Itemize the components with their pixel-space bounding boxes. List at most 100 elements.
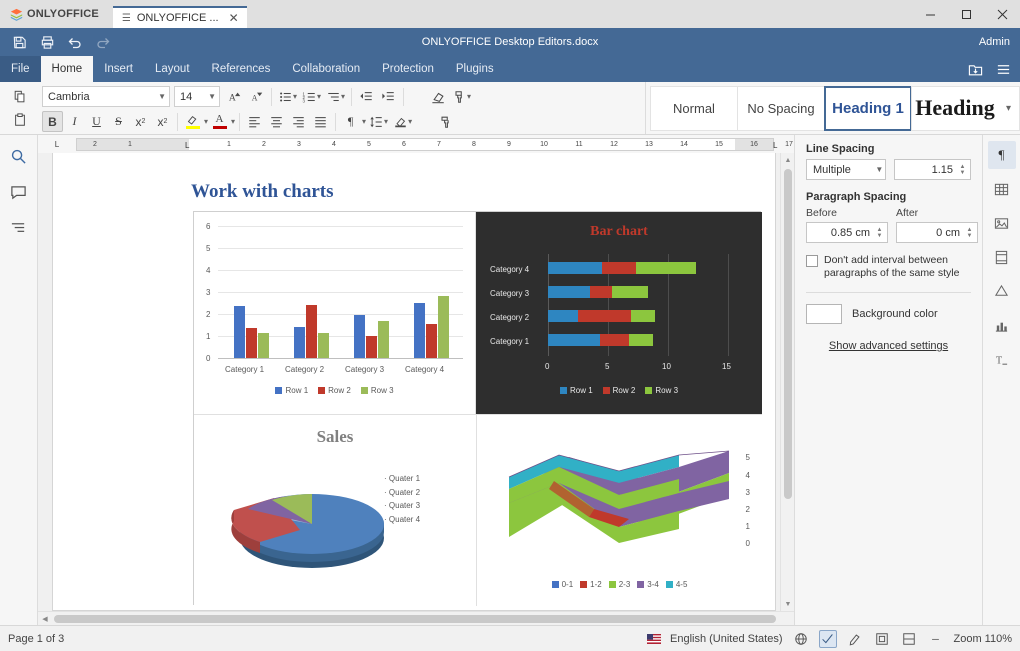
superscript-button[interactable]: x2 [130,111,151,132]
numbering-button[interactable]: 123 ▾ [300,86,323,107]
vertical-scrollbar[interactable]: ▲ ▼ [780,153,794,611]
vertical-scroll-thumb[interactable] [784,169,792,499]
style-gallery-expand-icon[interactable]: ▾ [998,85,1020,131]
view-settings-icon[interactable] [990,57,1016,81]
bold-button[interactable]: B [42,111,63,132]
pie-chart-3d[interactable]: Sales · Quater 1 · Quater 2 · Quater 3 ·… [194,414,476,606]
chevron-down-icon[interactable]: ▾ [204,117,208,126]
paste-icon[interactable] [9,109,31,131]
format-painter-button[interactable] [435,111,456,132]
copy-icon[interactable] [9,86,31,108]
text-art-icon[interactable]: T [988,345,1016,373]
close-tab-icon[interactable]: ✕ [225,12,239,24]
tab-home[interactable]: Home [40,56,94,82]
spinner-arrows[interactable]: ▲ ▼ [957,164,968,176]
tab-insert[interactable]: Insert [93,56,144,82]
chart-table[interactable]: 6 5 4 3 2 1 0 Category 1 Category 2 Cate… [193,211,762,606]
subscript-button[interactable]: x2 [152,111,173,132]
background-color-swatch[interactable] [806,304,842,324]
paragraph-icon[interactable]: ¶ [987,141,1016,169]
highlight-color-button[interactable] [182,111,203,132]
font-size-combobox[interactable]: 14 ▼ [174,86,220,107]
align-left-button[interactable] [244,111,265,132]
no-interval-checkbox[interactable] [806,255,818,267]
undo-icon[interactable] [62,30,88,54]
header-footer-icon[interactable] [988,243,1016,271]
font-color-button[interactable]: A [209,111,230,132]
spacing-before-spinner[interactable]: 0.85 cm ▲ ▼ [806,222,888,243]
chart-icon[interactable] [988,311,1016,339]
minimize-button[interactable] [912,0,948,28]
open-file-location-icon[interactable] [962,57,988,81]
page-count-label[interactable]: Page 1 of 3 [8,633,64,645]
document-tab[interactable]: ☰ ONLYOFFICE ... ✕ [112,6,247,28]
style-heading-2[interactable]: Heading [911,85,999,131]
style-no-spacing[interactable]: No Spacing [737,85,825,131]
strikethrough-button[interactable]: S [108,111,129,132]
print-icon[interactable] [34,30,60,54]
headings-navigation-icon[interactable] [6,215,32,241]
right-tab-marker[interactable]: L [773,141,777,150]
copy-style-button[interactable]: ▾ [450,86,473,107]
decrease-indent-button[interactable] [356,86,377,107]
paragraph-marks-button[interactable]: ¶ [340,111,361,132]
tab-stop-selector[interactable]: L [38,138,76,151]
set-language-icon[interactable] [792,630,810,648]
scroll-up-icon[interactable]: ▲ [781,153,794,167]
horizontal-scroll-thumb[interactable] [54,615,776,623]
spell-check-icon[interactable] [818,629,837,648]
decrease-font-size-button[interactable]: A [246,86,267,107]
tab-layout[interactable]: Layout [144,56,201,82]
save-icon[interactable] [6,30,32,54]
redo-icon[interactable] [90,30,116,54]
stacked-bar-chart[interactable]: Bar chart Category 4 Category 3 Category… [476,212,762,414]
zoom-out-icon[interactable]: − [927,630,945,648]
tab-collaboration[interactable]: Collaboration [281,56,371,82]
shading-button[interactable]: ▾ [391,111,414,132]
clustered-column-chart[interactable]: 6 5 4 3 2 1 0 Category 1 Category 2 Cate… [194,212,476,414]
track-changes-icon[interactable] [846,630,864,648]
spinner-arrows[interactable]: ▲ ▼ [964,227,975,239]
document-page[interactable]: Work with charts 6 5 4 3 2 1 0 Category … [52,153,776,611]
surface-chart-3d[interactable]: 5 4 3 2 1 0 0-1 1-2 2-3 3-4 4-5 [476,414,762,606]
spacing-after-spinner[interactable]: 0 cm ▲ ▼ [896,222,978,243]
tab-file[interactable]: File [0,56,41,82]
style-heading-1[interactable]: Heading 1 [824,85,912,131]
justify-button[interactable] [310,111,331,132]
language-label[interactable]: English (United States) [670,633,783,645]
user-label[interactable]: Admin [979,36,1010,48]
maximize-button[interactable] [948,0,984,28]
fit-width-icon[interactable] [900,630,918,648]
tab-references[interactable]: References [201,56,282,82]
line-spacing-button[interactable]: ▾ [367,111,390,132]
underline-button[interactable]: U [86,111,107,132]
search-icon[interactable] [6,143,32,169]
font-name-combobox[interactable]: Cambria ▼ [42,86,170,107]
align-right-button[interactable] [288,111,309,132]
left-tab-marker[interactable]: L [185,141,189,150]
shape-icon[interactable] [988,277,1016,305]
horizontal-ruler[interactable]: 2 1 1 2 3 4 5 6 7 8 9 10 11 12 13 14 15 [76,138,793,151]
scroll-down-icon[interactable]: ▼ [781,597,794,611]
table-icon[interactable] [988,175,1016,203]
align-center-button[interactable] [266,111,287,132]
tab-plugins[interactable]: Plugins [445,56,505,82]
horizontal-scrollbar[interactable]: ◀ ▶ [38,611,794,625]
no-interval-checkbox-row[interactable]: Don't add interval between paragraphs of… [806,254,971,280]
image-icon[interactable] [988,209,1016,237]
multilevel-list-button[interactable]: ▾ [324,86,347,107]
show-advanced-settings-link[interactable]: Show advanced settings [806,340,971,352]
line-spacing-value-spinner[interactable]: 1.15 ▲ ▼ [894,159,971,180]
clear-style-button[interactable] [428,86,449,107]
spinner-arrows[interactable]: ▲ ▼ [874,227,885,239]
increase-font-size-button[interactable]: A [224,86,245,107]
document-canvas[interactable]: Work with charts 6 5 4 3 2 1 0 Category … [38,153,794,611]
scroll-left-icon[interactable]: ◀ [38,612,52,626]
fit-page-icon[interactable] [873,630,891,648]
style-normal[interactable]: Normal [650,85,738,131]
chevron-down-icon[interactable]: ▾ [362,117,366,126]
close-window-button[interactable] [984,0,1020,28]
comments-icon[interactable] [6,179,32,205]
chevron-down-icon[interactable]: ▾ [231,117,235,126]
zoom-label[interactable]: Zoom 110% [954,633,1013,645]
